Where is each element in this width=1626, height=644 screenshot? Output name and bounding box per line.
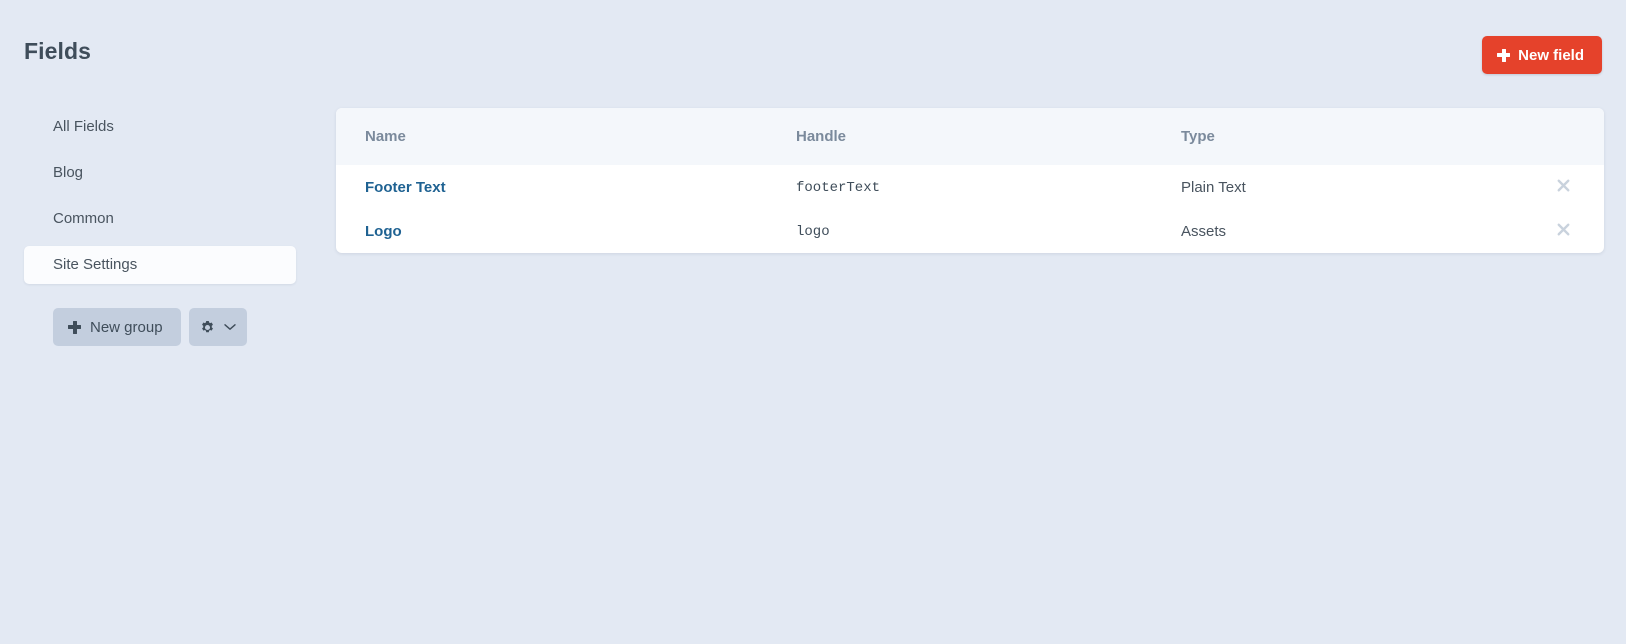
table-header-row: Name Handle Type bbox=[336, 108, 1604, 165]
close-icon[interactable] bbox=[1557, 223, 1570, 239]
cell-type: Plain Text bbox=[1181, 165, 1531, 209]
new-group-button-label: New group bbox=[90, 318, 163, 336]
sidebar-nav: All Fields Blog Common Site Settings bbox=[24, 108, 296, 284]
field-type: Assets bbox=[1181, 222, 1227, 240]
cell-name: Footer Text bbox=[336, 165, 796, 209]
sidebar-item-all-fields[interactable]: All Fields bbox=[24, 108, 296, 146]
new-group-button[interactable]: New group bbox=[53, 308, 181, 346]
cell-type: Assets bbox=[1181, 209, 1531, 253]
fields-page: Fields New field All Fields Blog Common … bbox=[0, 0, 1626, 644]
page-header: Fields New field bbox=[0, 0, 1626, 96]
cell-handle: logo bbox=[796, 209, 1181, 253]
table-header: Name Handle Type bbox=[336, 108, 1604, 165]
fields-table: Name Handle Type Footer Text footerText … bbox=[336, 108, 1604, 253]
table-row: Footer Text footerText Plain Text bbox=[336, 165, 1604, 209]
field-handle: footerText bbox=[796, 180, 881, 196]
sidebar-item-blog[interactable]: Blog bbox=[24, 154, 296, 192]
cell-actions bbox=[1531, 165, 1604, 209]
field-name-link[interactable]: Footer Text bbox=[365, 179, 446, 196]
column-header-name: Name bbox=[365, 127, 406, 145]
new-field-button[interactable]: New field bbox=[1482, 36, 1602, 74]
close-icon[interactable] bbox=[1557, 179, 1570, 195]
cell-actions bbox=[1531, 209, 1604, 253]
field-handle: logo bbox=[796, 224, 830, 240]
plus-icon bbox=[68, 320, 81, 334]
sidebar-actions: New group bbox=[53, 308, 296, 346]
page-title: Fields bbox=[24, 38, 92, 64]
table-row: Logo logo Assets bbox=[336, 209, 1604, 253]
new-field-button-label: New field bbox=[1518, 46, 1584, 64]
sidebar-item-site-settings[interactable]: Site Settings bbox=[24, 246, 296, 284]
sidebar: All Fields Blog Common Site Settings New… bbox=[24, 108, 296, 346]
chevron-down-icon bbox=[223, 323, 236, 331]
gear-icon bbox=[200, 320, 215, 335]
group-settings-button[interactable] bbox=[188, 308, 247, 346]
cell-name: Logo bbox=[336, 209, 796, 253]
fields-table-card: Name Handle Type Footer Text footerText … bbox=[336, 108, 1604, 253]
column-header-actions bbox=[1531, 108, 1604, 165]
sidebar-item-common[interactable]: Common bbox=[24, 200, 296, 238]
plus-icon bbox=[1497, 48, 1511, 62]
field-name-link[interactable]: Logo bbox=[365, 223, 402, 240]
table-body: Footer Text footerText Plain Text Logo l… bbox=[336, 165, 1604, 253]
field-type: Plain Text bbox=[1181, 178, 1246, 196]
column-header-handle: Handle bbox=[796, 127, 847, 145]
column-header-type: Type bbox=[1181, 127, 1215, 145]
cell-handle: footerText bbox=[796, 165, 1181, 209]
